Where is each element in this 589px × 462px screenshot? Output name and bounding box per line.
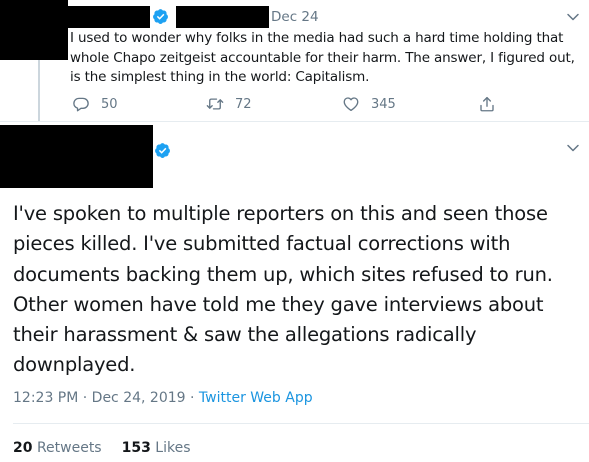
tweet-text-line: downplayed. <box>13 353 136 377</box>
likes-count: 153 <box>121 440 151 456</box>
retweets-count: 20 <box>13 440 33 456</box>
chevron-down-icon[interactable] <box>566 141 580 155</box>
tweet-text-line: whole Chapo zeitgeist accountable for th… <box>70 49 575 66</box>
tweet-text-line: documents backing them up, which sites r… <box>13 262 553 286</box>
redacted-display-name <box>68 6 150 28</box>
tweet-thread-view: Dec 24 I used to wonder why folks in the… <box>0 0 589 462</box>
redacted-avatar <box>0 125 153 188</box>
tweet-timestamp[interactable]: 12:23 PM · Dec 24, 2019 · <box>13 390 199 406</box>
retweets-label: Retweets <box>36 440 102 456</box>
retweet-button[interactable]: 72 <box>206 94 252 114</box>
retweet-count: 72 <box>235 96 252 112</box>
chevron-down-icon[interactable] <box>566 10 580 24</box>
tweet-text-line: is the simplest thing in the world: Capi… <box>70 69 370 85</box>
tweet-text-line: Other women have told me they gave inter… <box>13 292 544 316</box>
tweet-stats: 20 Retweets 153 Likes <box>13 438 191 458</box>
verified-icon <box>153 9 168 24</box>
retweet-icon <box>206 98 224 110</box>
redacted-avatar <box>0 0 68 60</box>
tweet-divider <box>13 423 589 424</box>
reply-count: 50 <box>101 96 118 112</box>
redacted-handle <box>176 6 269 28</box>
tweet-text-line: I used to wonder why folks in the media … <box>70 30 564 46</box>
tweet-divider <box>0 121 589 122</box>
tweet-text-line: their harassment & saw the allegations r… <box>13 323 477 347</box>
like-button[interactable]: 345 <box>342 94 396 114</box>
likes-stat[interactable]: 153 Likes <box>122 438 191 458</box>
retweets-stat[interactable]: 20 Retweets <box>13 438 102 458</box>
reply-tweet[interactable]: Dec 24 I used to wonder why folks in the… <box>0 0 589 121</box>
thread-connector-line <box>38 60 40 121</box>
tweet-metadata: 12:23 PM · Dec 24, 2019 · Twitter Web Ap… <box>13 388 313 408</box>
reply-icon <box>73 97 89 112</box>
tweet-date[interactable]: Dec 24 <box>271 8 319 26</box>
reply-tweet-text: I used to wonder why folks in the media … <box>70 29 580 88</box>
like-icon <box>343 97 359 112</box>
tweet-text-line: I've spoken to multiple reporters on thi… <box>13 202 548 225</box>
main-tweet-text: I've spoken to multiple reporters on thi… <box>13 199 583 381</box>
tweet-text-line: pieces killed. I've submitted factual co… <box>13 232 511 256</box>
tweet-action-bar: 50 72 345 <box>70 94 520 114</box>
share-icon <box>480 96 494 112</box>
share-button[interactable] <box>478 94 496 114</box>
like-count: 345 <box>371 96 396 112</box>
tweet-source-link[interactable]: Twitter Web App <box>199 390 313 406</box>
reply-button[interactable]: 50 <box>72 94 118 114</box>
verified-icon <box>155 143 170 158</box>
likes-label: Likes <box>155 440 191 456</box>
